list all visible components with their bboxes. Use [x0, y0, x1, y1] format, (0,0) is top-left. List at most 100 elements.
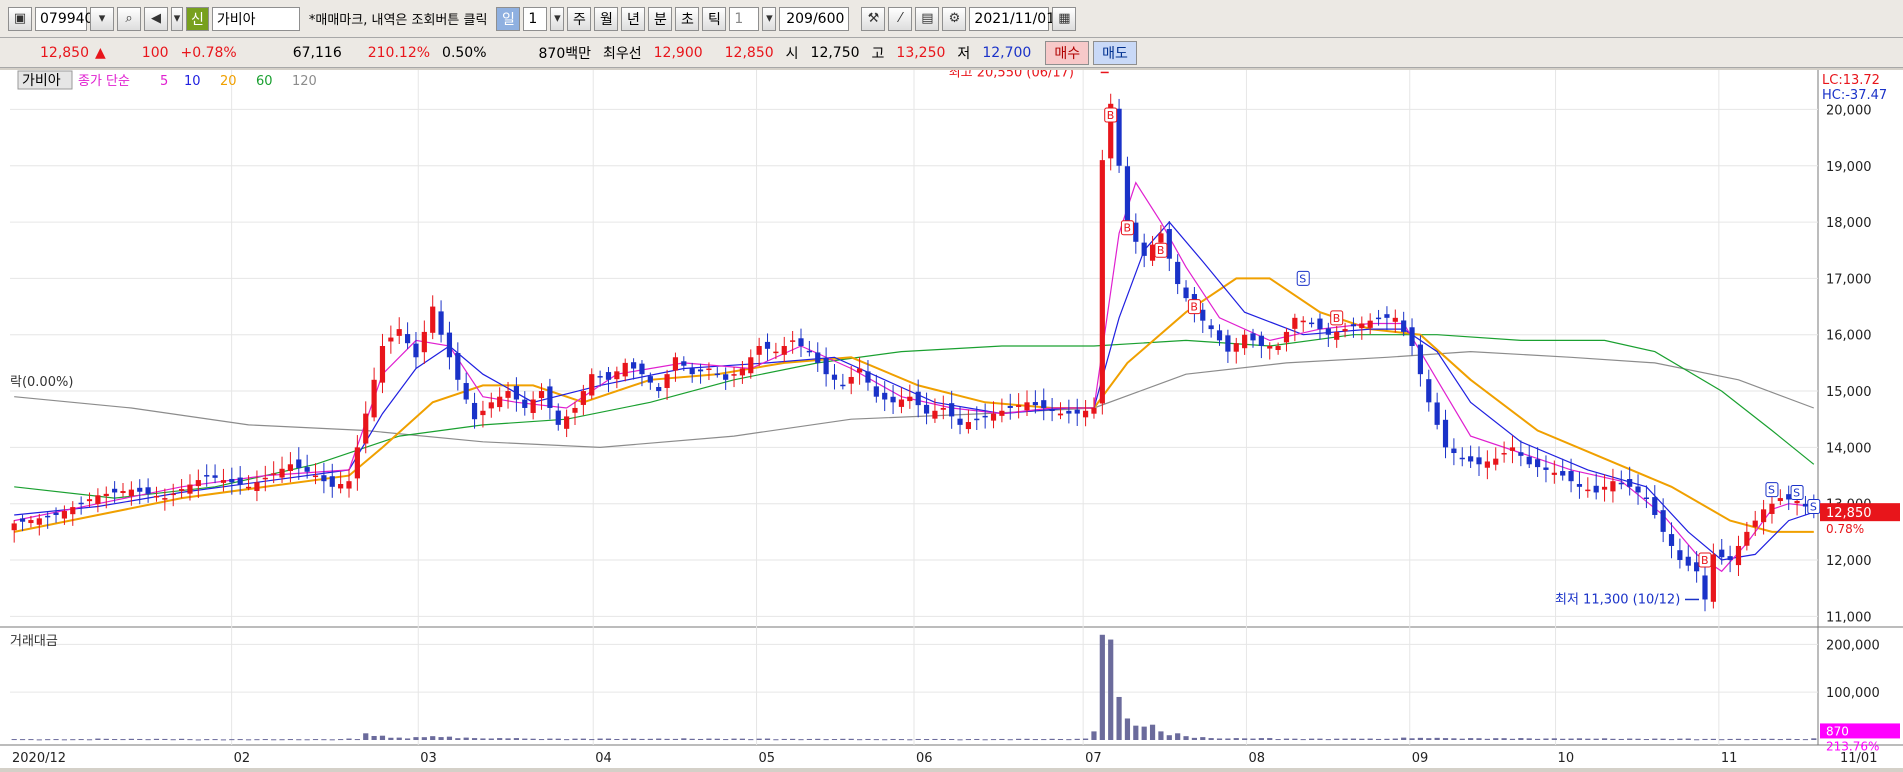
- legend-item: 120: [292, 74, 317, 89]
- volume-bar: [1099, 634, 1105, 740]
- candle-body: [923, 404, 930, 414]
- candle-body: [1082, 410, 1089, 418]
- volume-bar: [421, 737, 427, 740]
- volume-bar: [932, 738, 938, 740]
- period-month-tab[interactable]: 월: [594, 6, 619, 31]
- candle-body: [220, 480, 227, 483]
- chart-svg[interactable]: BBBBBBSSSS 11,00012,00013,00014,00015,00…: [0, 65, 1903, 768]
- candle-body: [1350, 324, 1357, 327]
- sell-marker-label: S: [1810, 501, 1817, 514]
- volume-bar: [11, 739, 17, 741]
- candle-body: [957, 418, 963, 425]
- volume-bar: [823, 739, 829, 741]
- current-change-label: 0.78%: [1826, 522, 1864, 536]
- volume-bar: [463, 737, 469, 740]
- period-day-tab[interactable]: 일: [496, 6, 521, 31]
- candle-body: [1375, 317, 1382, 320]
- chart-area[interactable]: BBBBBBSSSS 11,00012,00013,00014,00015,00…: [0, 65, 1903, 768]
- candle-body: [1702, 575, 1708, 600]
- volume-bar: [589, 739, 595, 741]
- candle-settings-icon[interactable]: ⚒: [861, 6, 886, 31]
- candle-body: [120, 491, 126, 493]
- volume-bar: [1476, 738, 1482, 740]
- draw-line-icon[interactable]: ⁄: [888, 6, 913, 31]
- y-tick-label: 20,000: [1826, 103, 1872, 118]
- stock-code-input[interactable]: 079940: [35, 6, 93, 31]
- candle-body: [630, 362, 637, 369]
- volume-bar: [1484, 738, 1490, 740]
- volume-bar: [1543, 738, 1549, 740]
- candle-body: [1786, 494, 1792, 500]
- chevron-down-icon[interactable]: ▾: [762, 6, 777, 31]
- stock-name-field[interactable]: 가비아: [211, 6, 300, 31]
- volume-bar: [1442, 738, 1449, 740]
- volume-bar: [128, 738, 134, 740]
- gear-icon[interactable]: ⚙: [942, 6, 967, 31]
- volume-bar: [204, 739, 210, 741]
- volume-bar: [572, 738, 578, 740]
- candle-body: [103, 493, 109, 497]
- candle-body: [589, 374, 595, 396]
- chevron-down-icon[interactable]: ▾: [90, 6, 114, 31]
- candle-body: [446, 332, 453, 358]
- search-icon[interactable]: ⌕: [117, 6, 141, 31]
- up-arrow-icon: ▲: [95, 44, 106, 61]
- volume-bar: [1434, 737, 1440, 740]
- candle-body: [1158, 233, 1164, 243]
- date-field[interactable]: 2021/11/01: [969, 6, 1055, 31]
- calendar-icon[interactable]: ▦: [1052, 6, 1077, 31]
- volume-bar: [220, 739, 227, 741]
- volume-bar: [974, 738, 980, 740]
- candle-body: [798, 338, 804, 346]
- volume-bar: [1794, 739, 1800, 741]
- turnover-rate: 0.50%: [442, 44, 487, 61]
- volume-tick-label: 100,000: [1826, 686, 1880, 701]
- volume-bar: [1007, 739, 1013, 741]
- save-icon[interactable]: ▤: [915, 6, 940, 31]
- interval-field[interactable]: 1: [729, 6, 760, 31]
- chevron-down-icon[interactable]: ▾: [171, 6, 183, 31]
- candle-body: [346, 481, 352, 489]
- buy-button[interactable]: 매수: [1045, 40, 1090, 65]
- volume-bar: [321, 739, 327, 741]
- period-tick-tab[interactable]: 틱: [702, 6, 727, 31]
- volume-bar: [1627, 738, 1633, 740]
- sell-button[interactable]: 매도: [1093, 40, 1137, 65]
- legend-item: 60: [256, 74, 273, 89]
- candle-body: [1409, 327, 1415, 346]
- candle-body: [1434, 402, 1440, 425]
- speaker-icon[interactable]: ◀: [144, 6, 168, 31]
- candle-body: [70, 507, 76, 515]
- volume-bar: [1032, 739, 1038, 741]
- volume-bar: [237, 739, 243, 741]
- candle-body: [363, 413, 369, 444]
- volume-bar: [1233, 738, 1239, 740]
- window-icon[interactable]: ▣: [8, 6, 32, 31]
- volume-bar: [1317, 738, 1323, 740]
- period-second-tab[interactable]: 초: [675, 6, 700, 31]
- period-year-tab[interactable]: 년: [621, 6, 646, 31]
- volume-bar: [856, 739, 863, 741]
- volume-bar: [882, 739, 888, 741]
- volume-bar: [530, 738, 536, 740]
- candle-body: [748, 357, 754, 374]
- period-week-tab[interactable]: 주: [567, 6, 592, 31]
- bar-count-field[interactable]: 209/600: [779, 6, 850, 31]
- candle-body: [1275, 346, 1281, 351]
- candle-body: [547, 386, 553, 408]
- buy-marker-label: B: [1123, 222, 1131, 235]
- volume-bar: [312, 739, 319, 741]
- volume-bar: [915, 738, 921, 740]
- volume-bar: [672, 738, 679, 740]
- candle-body: [1685, 556, 1691, 566]
- best-bid: 12,900: [653, 44, 703, 61]
- period-minute-tab[interactable]: 분: [648, 6, 673, 31]
- candle-body: [1601, 486, 1608, 490]
- period-number-field[interactable]: 1: [523, 6, 548, 31]
- x-tick-label: 03: [420, 751, 437, 766]
- volume-bar: [86, 739, 93, 741]
- chevron-down-icon[interactable]: ▾: [550, 6, 565, 31]
- volume-bar: [371, 735, 377, 740]
- candle-body: [965, 422, 972, 430]
- volume-bar: [1308, 738, 1315, 740]
